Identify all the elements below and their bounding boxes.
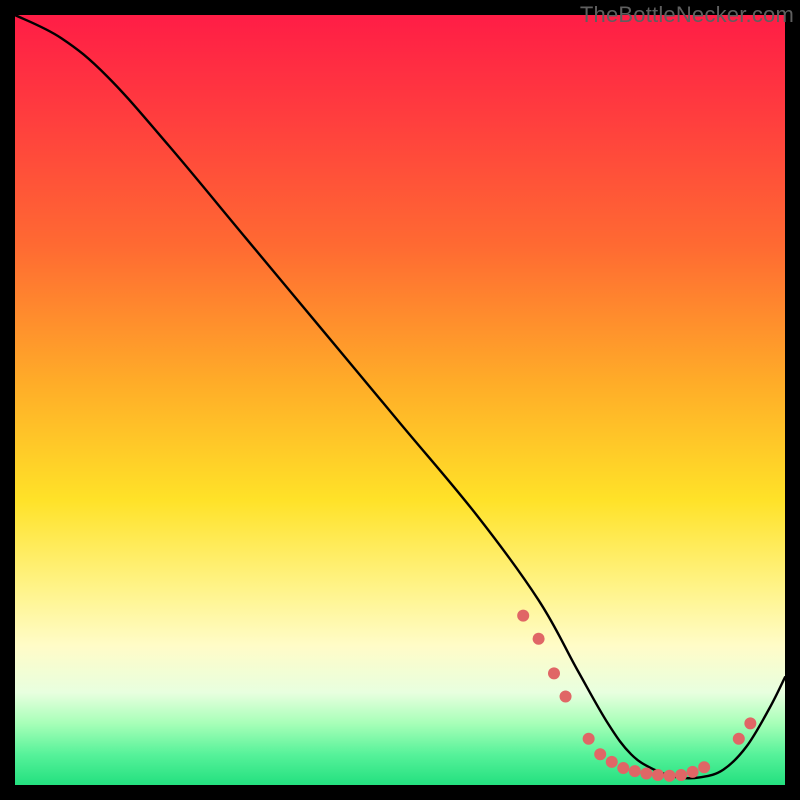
chart-svg bbox=[15, 15, 785, 785]
data-marker bbox=[698, 761, 710, 773]
data-markers bbox=[517, 610, 756, 782]
data-marker bbox=[517, 610, 529, 622]
data-marker bbox=[675, 769, 687, 781]
data-marker bbox=[664, 770, 676, 782]
data-marker bbox=[583, 733, 595, 745]
data-marker bbox=[560, 690, 572, 702]
data-marker bbox=[687, 766, 699, 778]
data-marker bbox=[533, 633, 545, 645]
data-marker bbox=[629, 765, 641, 777]
data-marker bbox=[617, 762, 629, 774]
data-marker bbox=[733, 733, 745, 745]
bottleneck-curve bbox=[15, 15, 785, 778]
plot-area bbox=[15, 15, 785, 785]
data-marker bbox=[744, 717, 756, 729]
data-marker bbox=[606, 756, 618, 768]
data-marker bbox=[548, 667, 560, 679]
data-marker bbox=[640, 767, 652, 779]
data-marker bbox=[652, 769, 664, 781]
chart-stage: TheBottleNecker.com bbox=[0, 0, 800, 800]
data-marker bbox=[594, 748, 606, 760]
